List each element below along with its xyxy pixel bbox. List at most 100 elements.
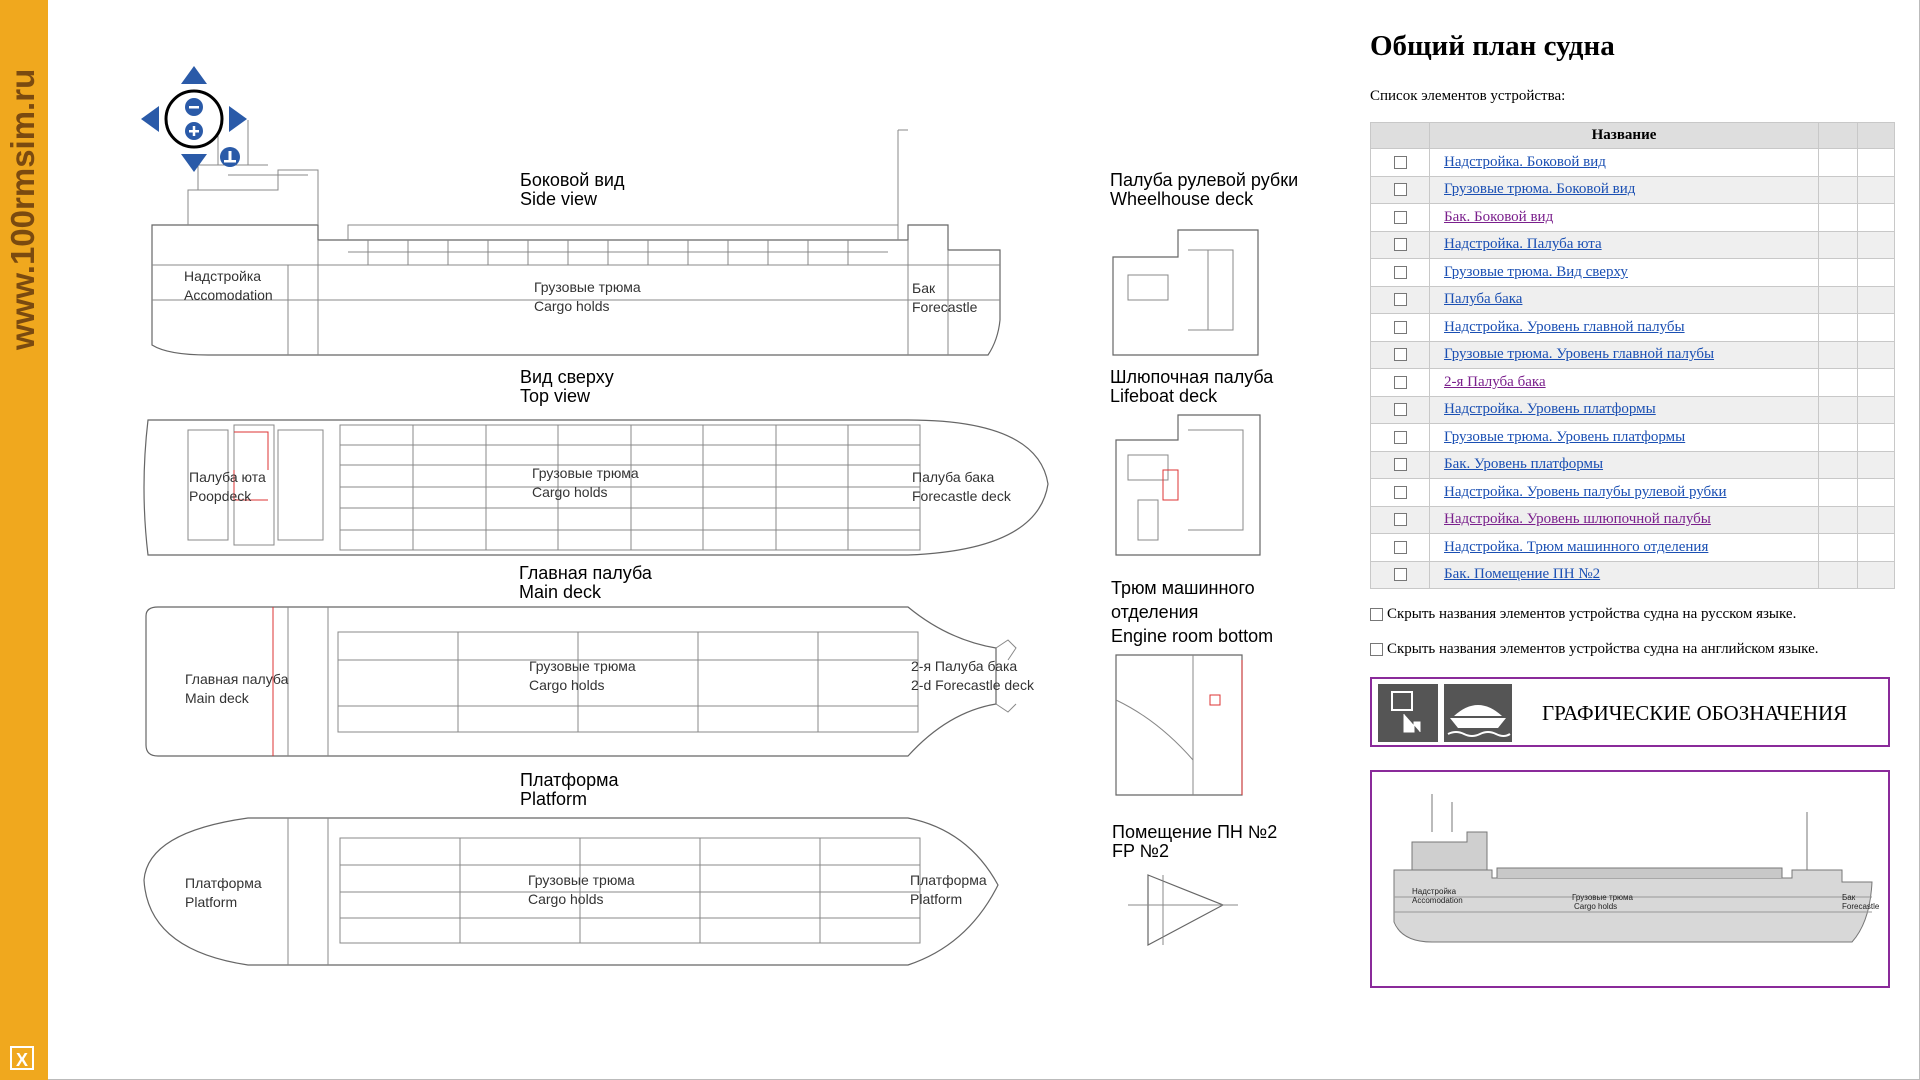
close-button[interactable]: X [10,1046,34,1070]
hide-en-checkbox[interactable] [1370,643,1383,657]
item-checkbox[interactable] [1393,320,1407,334]
table-row[interactable]: Надстройка. Уровень шлюпочной палубы [1370,505,1895,534]
item-checkbox[interactable] [1393,155,1407,169]
item-checkbox[interactable] [1393,183,1407,197]
table-row[interactable]: Бак. Боковой вид [1370,203,1895,232]
table-row[interactable]: Надстройка. Палуба юта [1370,230,1895,259]
item-link[interactable]: Грузовые трюма. Уровень платформы [1444,429,1685,445]
item-checkbox[interactable] [1393,293,1407,307]
nav-control[interactable] [141,66,247,172]
wheelhouse-drawing[interactable] [1112,229,1259,356]
item-link[interactable]: Надстройка. Уровень платформы [1444,401,1656,417]
top-fore-label[interactable]: Палуба бака Forecastle deck [912,468,1011,506]
table-row[interactable]: Надстройка. Уровень платформы [1370,395,1895,424]
platform-left-label[interactable]: Платформа Platform [185,874,262,912]
item-checkbox[interactable] [1393,238,1407,252]
pan-down-icon[interactable] [181,154,207,172]
pan-up-icon[interactable] [181,66,207,84]
item-checkbox[interactable] [1393,485,1407,499]
side-cargo-label[interactable]: Грузовые трюма Cargo holds [534,278,641,316]
side-view-title: Боковой вид Side view [520,170,625,209]
table-row[interactable]: Надстройка. Боковой вид [1370,148,1895,177]
column-header: Название [1429,122,1819,149]
item-checkbox[interactable] [1393,375,1407,389]
hide-en-option[interactable]: Скрыть названия элементов устройства суд… [1370,641,1818,658]
hide-ru-checkbox[interactable] [1370,608,1383,622]
site-logo: www.100rmsim.ru [4,20,44,360]
table-row[interactable]: Надстройка. Уровень палубы рулевой рубки [1370,478,1895,507]
table-row[interactable]: Бак. Уровень платформы [1370,450,1895,479]
main-cargo-label[interactable]: Грузовые трюма Cargo holds [529,657,636,695]
table-row[interactable]: Грузовые трюма. Боковой вид [1370,175,1895,204]
item-checkbox[interactable] [1393,430,1407,444]
item-checkbox[interactable] [1393,513,1407,527]
table-row[interactable]: Бак. Помещение ПН №2 [1370,560,1895,589]
pointer-icon [1378,684,1438,742]
item-link[interactable]: Надстройка. Уровень главной палубы [1444,319,1685,335]
table-row[interactable]: Надстройка. Уровень главной палубы [1370,313,1895,342]
thumb-fore-label: Бак [1842,893,1856,902]
top-cargo-label[interactable]: Грузовые трюма Cargo holds [532,464,639,502]
legend-button[interactable]: ГРАФИЧЕСКИЕ ОБОЗНАЧЕНИЯ [1370,677,1890,747]
thumb-accom-label: Надстройка [1412,887,1457,896]
item-checkbox[interactable] [1393,210,1407,224]
item-link[interactable]: Надстройка. Уровень шлюпочной палубы [1444,511,1711,527]
item-link[interactable]: Надстройка. Палуба юта [1444,236,1602,252]
item-link[interactable]: Бак. Помещение ПН №2 [1444,566,1600,582]
items-table: Название Надстройка. Боковой вид Грузовые… [1370,122,1895,589]
thumb-accom-label-en: Accomodation [1412,896,1463,905]
platform-cargo-label[interactable]: Грузовые трюма Cargo holds [528,871,635,909]
pan-right-icon[interactable] [229,106,247,132]
lifeboat-deck-drawing[interactable] [1115,414,1261,556]
thumb-fore-label-en: Forecastle [1842,902,1880,911]
page-title: Общий план судна [1370,30,1615,62]
side-view-drawing[interactable] [151,120,1001,356]
table-row[interactable]: Палуба бака [1370,285,1895,314]
table-row[interactable]: Надстройка. Трюм машинного отделения [1370,533,1895,562]
item-link[interactable]: Палуба бака [1444,291,1522,307]
wheelhouse-title: Палуба рулевой рубки Wheelhouse deck [1110,170,1299,209]
item-link[interactable]: Бак. Боковой вид [1444,209,1553,225]
table-row[interactable]: Грузовые трюма. Уровень главной палубы [1370,340,1895,369]
item-checkbox[interactable] [1393,265,1407,279]
fp2-title: Помещение ПН №2 FP №2 [1112,822,1278,861]
fp2-drawing[interactable] [1128,874,1238,946]
main-fore-label[interactable]: 2-я Палуба бака 2-d Forecastle deck [911,657,1034,695]
lifeboat-title: Шлюпочная палуба Lifeboat deck [1110,367,1274,406]
top-view-title: Вид сверху Top view [520,367,614,406]
table-row[interactable]: Грузовые трюма. Вид сверху [1370,258,1895,287]
engine-room-drawing[interactable] [1115,654,1243,796]
main-deck-label[interactable]: Главная палуба Main deck [185,670,288,708]
thumb-cargo-label: Грузовые трюма [1572,893,1633,902]
item-checkbox[interactable] [1393,540,1407,554]
item-checkbox[interactable] [1393,568,1407,582]
platform-right-label[interactable]: Платформа Platform [910,871,987,909]
item-link[interactable]: Надстройка. Трюм машинного отделения [1444,539,1708,555]
item-link[interactable]: Надстройка. Уровень палубы рулевой рубки [1444,484,1727,500]
right-panel: Общий план судна Список элементов устрой… [1370,0,1900,1080]
table-row[interactable]: Грузовые трюма. Уровень платформы [1370,423,1895,452]
thumb-cargo-label-en: Cargo holds [1574,902,1617,911]
legend-label: ГРАФИЧЕСКИЕ ОБОЗНАЧЕНИЯ [1542,701,1848,725]
side-fore-label[interactable]: Бак Forecastle [912,279,977,317]
item-checkbox[interactable] [1393,458,1407,472]
item-checkbox[interactable] [1393,403,1407,417]
items-subtitle: Список элементов устройства: [1370,88,1566,104]
item-link[interactable]: Грузовые трюма. Уровень главной палубы [1444,346,1714,362]
svg-text:www.100rmsim.ru: www.100rmsim.ru [4,69,41,351]
item-checkbox[interactable] [1393,348,1407,362]
item-link[interactable]: 2-я Палуба бака [1444,374,1546,390]
item-link[interactable]: Бак. Уровень платформы [1444,456,1603,472]
item-link[interactable]: Грузовые трюма. Вид сверху [1444,264,1628,280]
item-link[interactable]: Грузовые трюма. Боковой вид [1444,181,1635,197]
pan-left-icon[interactable] [141,106,159,132]
side-accom-label[interactable]: Надстройка Accomodation [184,267,273,305]
item-link[interactable]: Надстройка. Боковой вид [1444,154,1606,170]
platform-title: Платформа Platform [520,770,619,809]
engine-title: Трюм машинного отделения Engine room botto… [1111,578,1274,646]
main-deck-title: Главная палуба Main deck [519,563,652,602]
table-row[interactable]: 2-я Палуба бака [1370,368,1895,397]
hide-ru-option[interactable]: Скрыть названия элементов устройства суд… [1370,606,1796,623]
top-poop-label[interactable]: Палуба юта Poopdeck [189,468,266,506]
ship-thumbnail[interactable]: Надстройка Accomodation Грузовые трюма C… [1370,770,1890,988]
